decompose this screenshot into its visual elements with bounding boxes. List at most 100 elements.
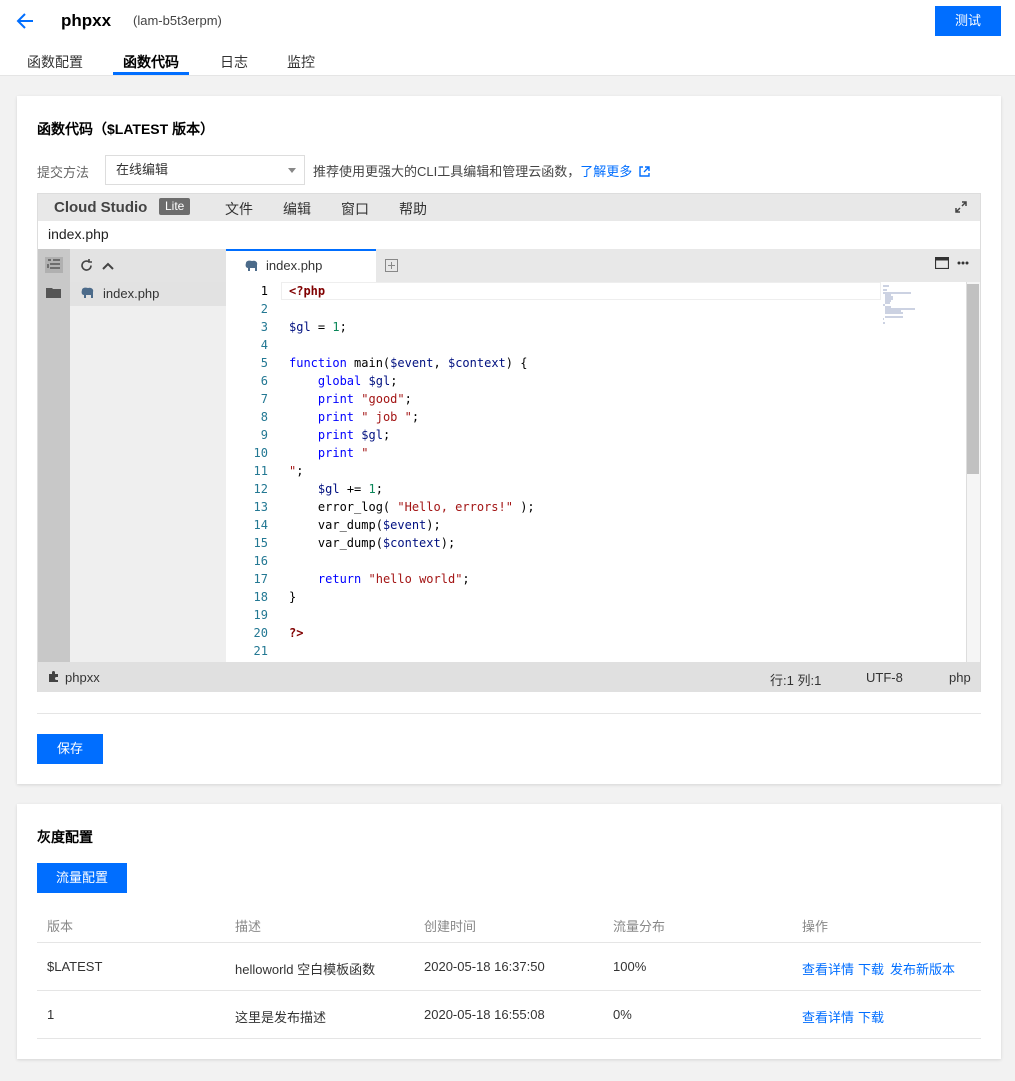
card-title: 函数代码（$LATEST 版本） [37, 121, 215, 137]
new-tab-icon[interactable] [385, 259, 398, 272]
line-number: 17 [253, 572, 268, 586]
code-content: <?php $gl = 1; function main($event, $co… [289, 282, 535, 660]
cell-description: 这里是发布描述 [235, 1010, 327, 1025]
code-line: <?php [289, 284, 326, 298]
line-number: 19 [253, 608, 268, 622]
split-view-icon[interactable] [935, 257, 949, 269]
view-details-link[interactable]: 查看详情 [802, 1007, 854, 1026]
code-line: "; [289, 464, 304, 478]
line-number: 10 [253, 446, 268, 460]
cell-traffic: 100% [613, 959, 647, 974]
download-link[interactable]: 下载 [858, 959, 884, 978]
download-link[interactable]: 下载 [858, 1007, 884, 1026]
status-cursor-position[interactable]: 行:1 列:1 [770, 670, 821, 689]
submit-method-value: 在线编辑 [116, 162, 169, 177]
code-line: $gl = 1; [289, 320, 347, 334]
gray-release-card: 灰度配置 流量配置 版本 描述 创建时间 流量分布 操作 $LATEST hel… [17, 804, 1001, 1059]
table-row: $LATEST helloworld 空白模板函数 2020-05-18 16:… [37, 943, 981, 991]
code-line: ?> [289, 626, 304, 640]
cloud-studio-editor: Cloud Studio Lite 文件 编辑 窗口 帮助 index.php [37, 193, 981, 692]
editor-tab-index-php[interactable]: index.php [226, 249, 376, 282]
code-line: var_dump($event); [289, 518, 441, 532]
refresh-icon[interactable] [80, 259, 93, 272]
submit-method-select[interactable]: 在线编辑 [105, 155, 305, 185]
divider [37, 713, 981, 714]
ide-activity-bar [38, 249, 70, 662]
menu-help[interactable]: 帮助 [399, 199, 427, 219]
menu-window[interactable]: 窗口 [341, 199, 369, 219]
tab-monitor[interactable]: 监控 [287, 52, 315, 72]
cell-created-time: 2020-05-18 16:37:50 [424, 959, 545, 974]
ide-file-path: index.php [48, 226, 109, 242]
column-header: 描述 [235, 919, 262, 934]
line-number: 8 [260, 410, 268, 424]
line-number: 3 [260, 320, 268, 334]
fullscreen-icon[interactable] [954, 200, 968, 214]
line-number: 21 [253, 644, 268, 658]
line-number: 15 [253, 536, 268, 550]
more-icon[interactable] [957, 261, 969, 265]
tab-logs[interactable]: 日志 [220, 52, 248, 72]
cell-traffic: 0% [613, 1007, 632, 1022]
line-number: 18 [253, 590, 268, 604]
table-row: 1 这里是发布描述 2020-05-18 16:55:08 0% 查看详情 下载 [37, 991, 981, 1039]
collapse-icon[interactable] [102, 261, 114, 270]
minimap[interactable] [881, 284, 921, 324]
column-header: 创建时间 [424, 919, 477, 934]
code-line: return "hello world"; [317, 572, 470, 586]
table-header: 版本 描述 创建时间 流量分布 操作 [37, 906, 981, 943]
code-line: error_log( "Hello, errors!" ); [289, 500, 535, 514]
editor-scrollbar-thumb[interactable] [967, 284, 979, 474]
cell-created-time: 2020-05-18 16:55:08 [424, 1007, 545, 1022]
code-line: global $gl; [317, 374, 398, 388]
folder-icon[interactable] [46, 286, 62, 299]
cell-description: helloworld 空白模板函数 [235, 962, 376, 977]
publish-new-version-link[interactable]: 发布新版本 [890, 959, 955, 978]
outline-icon[interactable] [45, 257, 63, 273]
submit-method-label: 提交方法 [37, 165, 90, 180]
code-line: } [289, 590, 297, 604]
tree-file-item[interactable]: index.php [70, 282, 226, 306]
column-header: 操作 [802, 919, 829, 934]
learn-more-link[interactable]: 了解更多 [580, 164, 632, 179]
column-header: 版本 [47, 919, 74, 934]
save-button[interactable]: 保存 [37, 734, 103, 764]
lite-badge: Lite [159, 198, 191, 215]
traffic-config-button[interactable]: 流量配置 [37, 863, 127, 893]
caret-down-icon [288, 168, 296, 173]
line-number: 1 [260, 284, 268, 298]
tree-file-label: index.php [103, 286, 160, 301]
tab-function-code[interactable]: 函数代码 [123, 52, 179, 72]
line-number: 7 [260, 392, 268, 406]
code-editor[interactable]: 1 2 3 4 5 6 7 8 9 10 11 12 13 14 15 16 1… [226, 282, 980, 662]
external-link-icon[interactable] [639, 166, 650, 177]
ide-menubar: Cloud Studio Lite 文件 编辑 窗口 帮助 [38, 194, 980, 221]
code-line: $gl += 1; [317, 482, 383, 496]
editor-tab-label: index.php [266, 258, 323, 273]
menu-edit[interactable]: 编辑 [283, 199, 311, 219]
line-number: 2 [260, 302, 268, 316]
back-arrow-icon[interactable] [14, 10, 36, 32]
function-code-card: 函数代码（$LATEST 版本） 提交方法 在线编辑 推荐使用更强大的CLI工具… [17, 96, 1001, 784]
file-tree: index.php [70, 249, 226, 662]
php-elephant-icon [245, 260, 258, 271]
status-encoding[interactable]: UTF-8 [866, 670, 903, 685]
file-tree-toolbar [70, 249, 226, 282]
test-button[interactable]: 测试 [935, 6, 1001, 36]
view-details-link[interactable]: 查看详情 [802, 959, 854, 978]
line-numbers: 1 2 3 4 5 6 7 8 9 10 11 12 13 14 15 16 1… [226, 282, 268, 660]
menu-file[interactable]: 文件 [225, 199, 253, 219]
line-number: 13 [253, 500, 268, 514]
line-number: 11 [253, 464, 268, 478]
puzzle-icon [49, 671, 58, 682]
code-line: print " job "; [317, 410, 420, 424]
function-name: phpxx [61, 11, 112, 30]
code-line: print " [317, 446, 369, 460]
status-language[interactable]: php [949, 670, 971, 685]
version-table: 版本 描述 创建时间 流量分布 操作 $LATEST helloworld 空白… [37, 906, 981, 1039]
active-tab-underline [113, 72, 189, 75]
tab-function-config[interactable]: 函数配置 [27, 52, 83, 72]
